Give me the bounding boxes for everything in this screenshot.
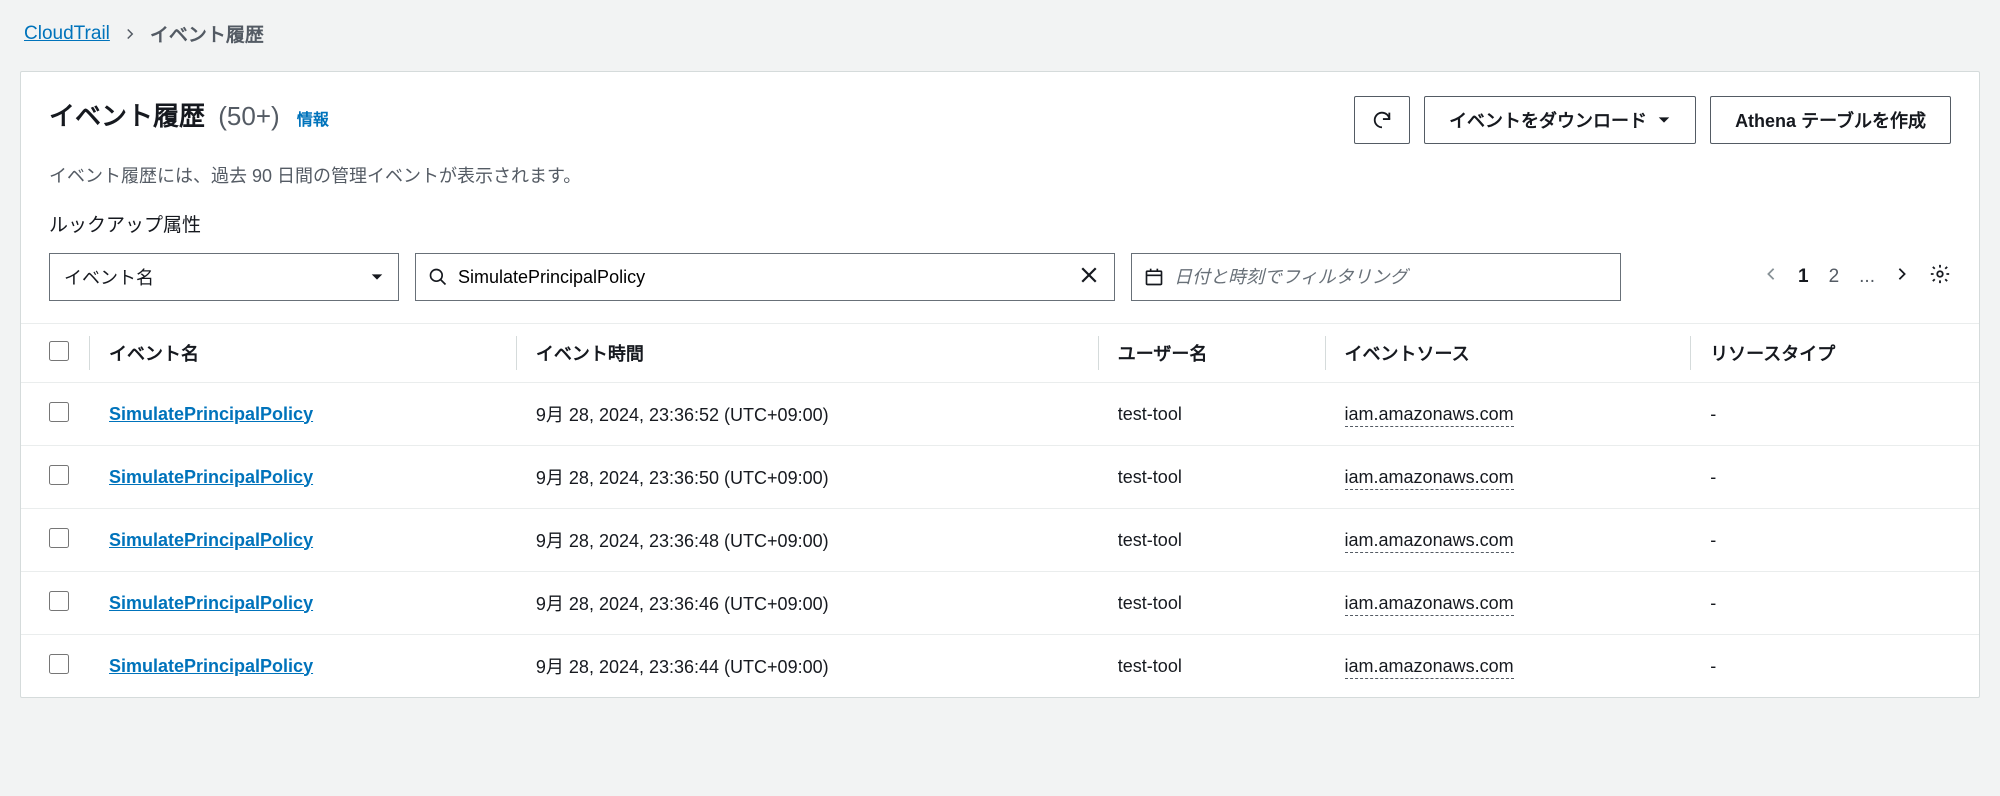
page-ellipsis: ... [1859, 266, 1875, 288]
row-checkbox[interactable] [49, 591, 69, 611]
event-time-cell: 9月 28, 2024, 23:36:44 (UTC+09:00) [516, 635, 1098, 698]
create-athena-button[interactable]: Athena テーブルを作成 [1710, 96, 1951, 144]
event-name-link[interactable]: SimulatePrincipalPolicy [109, 656, 313, 676]
event-time-cell: 9月 28, 2024, 23:36:48 (UTC+09:00) [516, 509, 1098, 572]
event-name-link[interactable]: SimulatePrincipalPolicy [109, 404, 313, 424]
resource-type-cell: - [1690, 509, 1979, 572]
page-2[interactable]: 2 [1829, 266, 1840, 288]
breadcrumb: CloudTrail イベント履歴 [0, 0, 2000, 61]
row-checkbox[interactable] [49, 654, 69, 674]
event-time-cell: 9月 28, 2024, 23:36:46 (UTC+09:00) [516, 572, 1098, 635]
lookup-attribute-value: イベント名 [64, 264, 154, 290]
col-event-time[interactable]: イベント時間 [516, 324, 1098, 383]
user-name-cell: test-tool [1098, 446, 1325, 509]
event-source-link[interactable]: iam.amazonaws.com [1345, 404, 1514, 427]
col-event-name[interactable]: イベント名 [89, 324, 516, 383]
row-checkbox[interactable] [49, 402, 69, 422]
calendar-icon [1144, 267, 1164, 287]
page-subtitle: イベント履歴には、過去 90 日間の管理イベントが表示されます。 [21, 162, 1979, 188]
user-name-cell: test-tool [1098, 635, 1325, 698]
user-name-cell: test-tool [1098, 509, 1325, 572]
col-user-name[interactable]: ユーザー名 [1098, 324, 1325, 383]
resource-type-cell: - [1690, 572, 1979, 635]
table-row: SimulatePrincipalPolicy 9月 28, 2024, 23:3… [21, 635, 1979, 698]
chevron-right-icon [124, 28, 136, 40]
page-1[interactable]: 1 [1798, 266, 1809, 288]
refresh-button[interactable] [1354, 96, 1410, 144]
clear-input-button[interactable] [1076, 262, 1102, 293]
resource-type-cell: - [1690, 446, 1979, 509]
page-title: イベント履歴 (50+) 情報 [49, 96, 329, 133]
gear-icon [1929, 263, 1951, 285]
panel-header: イベント履歴 (50+) 情報 イベントをダウンロード Athena テーブルを… [21, 72, 1979, 152]
download-events-label: イベントをダウンロード [1449, 107, 1647, 133]
date-filter-input-wrapper [1131, 253, 1621, 301]
col-event-source[interactable]: イベントソース [1325, 324, 1691, 383]
select-all-checkbox[interactable] [49, 341, 69, 361]
event-source-link[interactable]: iam.amazonaws.com [1345, 467, 1514, 490]
row-checkbox[interactable] [49, 465, 69, 485]
table-row: SimulatePrincipalPolicy 9月 28, 2024, 23:3… [21, 446, 1979, 509]
table-row: SimulatePrincipalPolicy 9月 28, 2024, 23:3… [21, 383, 1979, 446]
lookup-value-input[interactable] [458, 267, 1066, 288]
resource-type-cell: - [1690, 383, 1979, 446]
caret-down-icon [370, 270, 384, 284]
table-row: SimulatePrincipalPolicy 9月 28, 2024, 23:3… [21, 509, 1979, 572]
settings-button[interactable] [1929, 263, 1951, 291]
refresh-icon [1371, 109, 1393, 131]
breadcrumb-root[interactable]: CloudTrail [24, 23, 110, 45]
event-time-cell: 9月 28, 2024, 23:36:52 (UTC+09:00) [516, 383, 1098, 446]
lookup-attributes-label: ルックアップ属性 [21, 188, 1979, 243]
paginator: 1 2 ... [1764, 263, 1951, 291]
table-header-row: イベント名 イベント時間 ユーザー名 イベントソース リソースタイプ [21, 324, 1979, 383]
event-source-link[interactable]: iam.amazonaws.com [1345, 593, 1514, 616]
prev-page-button[interactable] [1764, 265, 1778, 289]
resource-type-cell: - [1690, 635, 1979, 698]
filters-row: イベント名 1 2 ... [21, 243, 1979, 323]
event-name-link[interactable]: SimulatePrincipalPolicy [109, 593, 313, 613]
event-name-link[interactable]: SimulatePrincipalPolicy [109, 530, 313, 550]
info-link[interactable]: 情報 [297, 112, 329, 129]
title-block: イベント履歴 (50+) 情報 [49, 96, 329, 133]
next-page-button[interactable] [1895, 265, 1909, 289]
header-actions: イベントをダウンロード Athena テーブルを作成 [1354, 96, 1951, 144]
search-icon [428, 267, 448, 287]
event-history-panel: イベント履歴 (50+) 情報 イベントをダウンロード Athena テーブルを… [20, 71, 1980, 698]
download-events-button[interactable]: イベントをダウンロード [1424, 96, 1696, 144]
user-name-cell: test-tool [1098, 383, 1325, 446]
date-filter-input[interactable] [1174, 267, 1608, 288]
lookup-value-input-wrapper [415, 253, 1115, 301]
caret-down-icon [1657, 113, 1671, 127]
record-count: (50+) [218, 101, 279, 131]
breadcrumb-current: イベント履歴 [150, 20, 264, 47]
event-name-link[interactable]: SimulatePrincipalPolicy [109, 467, 313, 487]
table-row: SimulatePrincipalPolicy 9月 28, 2024, 23:3… [21, 572, 1979, 635]
event-source-link[interactable]: iam.amazonaws.com [1345, 656, 1514, 679]
events-table: イベント名 イベント時間 ユーザー名 イベントソース リソースタイプ Simul… [21, 323, 1979, 697]
lookup-attribute-select[interactable]: イベント名 [49, 253, 399, 301]
event-time-cell: 9月 28, 2024, 23:36:50 (UTC+09:00) [516, 446, 1098, 509]
row-checkbox[interactable] [49, 528, 69, 548]
user-name-cell: test-tool [1098, 572, 1325, 635]
event-source-link[interactable]: iam.amazonaws.com [1345, 530, 1514, 553]
page-title-text: イベント履歴 [49, 101, 205, 131]
col-resource-type[interactable]: リソースタイプ [1690, 324, 1979, 383]
